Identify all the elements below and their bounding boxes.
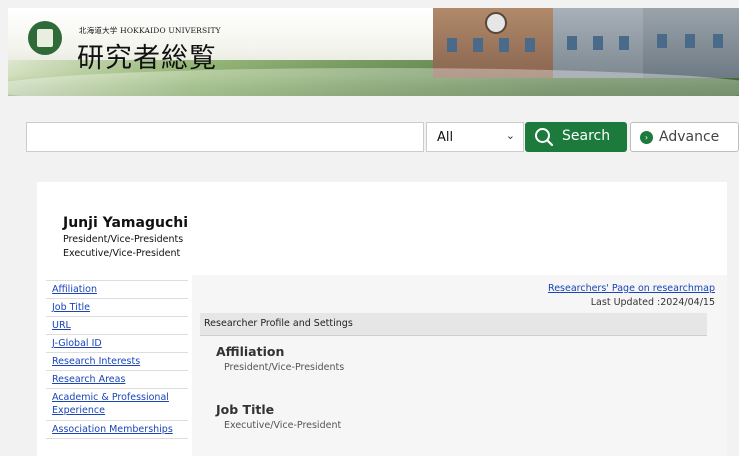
advance-search-button[interactable]: › Advance: [630, 122, 739, 152]
researchmap-link[interactable]: Researchers' Page on researchmap: [548, 283, 715, 294]
sidebar-item-research-areas[interactable]: Research Areas: [46, 371, 188, 389]
chevron-down-icon: ⌄: [505, 129, 515, 142]
search-button-label: Search: [562, 128, 611, 144]
researcher-name: Junji Yamaguchi: [63, 215, 189, 231]
main-content: Researchers' Page on researchmap Last Up…: [192, 275, 727, 456]
job-title-heading: Job Title: [216, 402, 275, 417]
site-title[interactable]: 研究者総覧: [77, 36, 217, 75]
sidebar-item-research-interests[interactable]: Research Interests: [46, 353, 188, 371]
job-title-value: Executive/Vice-President: [224, 420, 342, 431]
sidebar-item-association-memberships[interactable]: Association Memberships: [46, 421, 188, 439]
section-title: Researcher Profile and Settings: [204, 318, 353, 329]
last-updated: Last Updated :2024/04/15: [590, 297, 715, 308]
clock-tower-icon: [485, 12, 507, 34]
header-banner: 北海道大学 HOKKAIDO UNIVERSITY 研究者総覧: [8, 8, 739, 96]
sidebar-item-academic-experience[interactable]: Academic & Professional Experience: [46, 389, 188, 421]
university-name[interactable]: 北海道大学 HOKKAIDO UNIVERSITY: [79, 25, 221, 36]
university-logo-icon[interactable]: [28, 21, 62, 55]
search-button[interactable]: Search: [525, 122, 627, 152]
search-scope-select[interactable]: All ⌄: [426, 122, 524, 152]
affiliation-heading: Affiliation: [216, 344, 285, 359]
search-scope-value: All: [437, 130, 454, 145]
chevron-right-icon: ›: [640, 131, 653, 144]
sidebar-item-job-title[interactable]: Job Title: [46, 299, 188, 317]
sidebar-nav: Affiliation Job Title URL J-Global ID Re…: [46, 280, 188, 439]
sidebar-item-j-global-id[interactable]: J-Global ID: [46, 335, 188, 353]
section-header: Researcher Profile and Settings: [200, 313, 707, 336]
sidebar-item-affiliation[interactable]: Affiliation: [46, 281, 188, 299]
search-input[interactable]: [26, 122, 424, 152]
researcher-position-1: President/Vice-Presidents: [63, 234, 184, 245]
banner-building-3: [643, 8, 739, 78]
search-icon: [535, 128, 554, 147]
researcher-position-2: Executive/Vice-President: [63, 248, 181, 259]
banner-building-2: [553, 8, 643, 78]
affiliation-value: President/Vice-Presidents: [224, 362, 345, 373]
profile-card: Junji Yamaguchi President/Vice-President…: [37, 182, 727, 456]
sidebar-item-url[interactable]: URL: [46, 317, 188, 335]
advance-button-label: Advance: [659, 129, 720, 145]
